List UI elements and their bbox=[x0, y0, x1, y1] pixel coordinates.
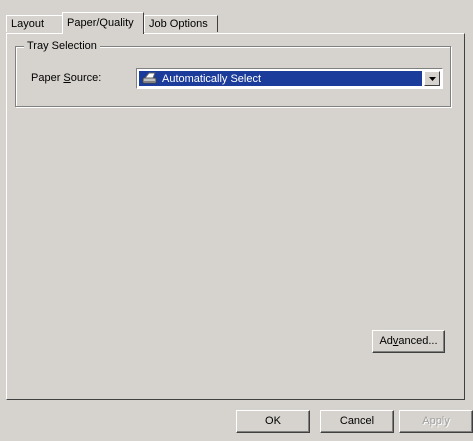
advanced-button[interactable]: Advanced... bbox=[372, 330, 445, 353]
tab-layout[interactable]: Layout bbox=[6, 15, 63, 32]
apply-button[interactable]: Apply bbox=[399, 410, 473, 433]
tab-layout-label: Layout bbox=[11, 18, 45, 30]
paper-source-value: Automatically Select bbox=[162, 72, 262, 85]
paper-source-label: Paper Source: bbox=[31, 72, 102, 84]
printer-tray-icon bbox=[142, 72, 158, 85]
paper-source-dropdown[interactable]: Automatically Select bbox=[136, 68, 443, 89]
paper-source-selected: Automatically Select bbox=[139, 71, 422, 86]
tab-job-options-label: Job Options bbox=[149, 18, 208, 30]
tab-paper-quality-label: Paper/Quality bbox=[67, 17, 134, 29]
chevron-down-icon bbox=[428, 76, 436, 81]
dropdown-button[interactable] bbox=[424, 71, 440, 86]
ok-button[interactable]: OK bbox=[236, 410, 310, 433]
tray-selection-title: Tray Selection bbox=[24, 40, 100, 52]
cancel-button[interactable]: Cancel bbox=[320, 410, 394, 433]
tab-paper-quality[interactable]: Paper/Quality bbox=[62, 12, 144, 34]
tab-job-options[interactable]: Job Options bbox=[144, 15, 218, 32]
